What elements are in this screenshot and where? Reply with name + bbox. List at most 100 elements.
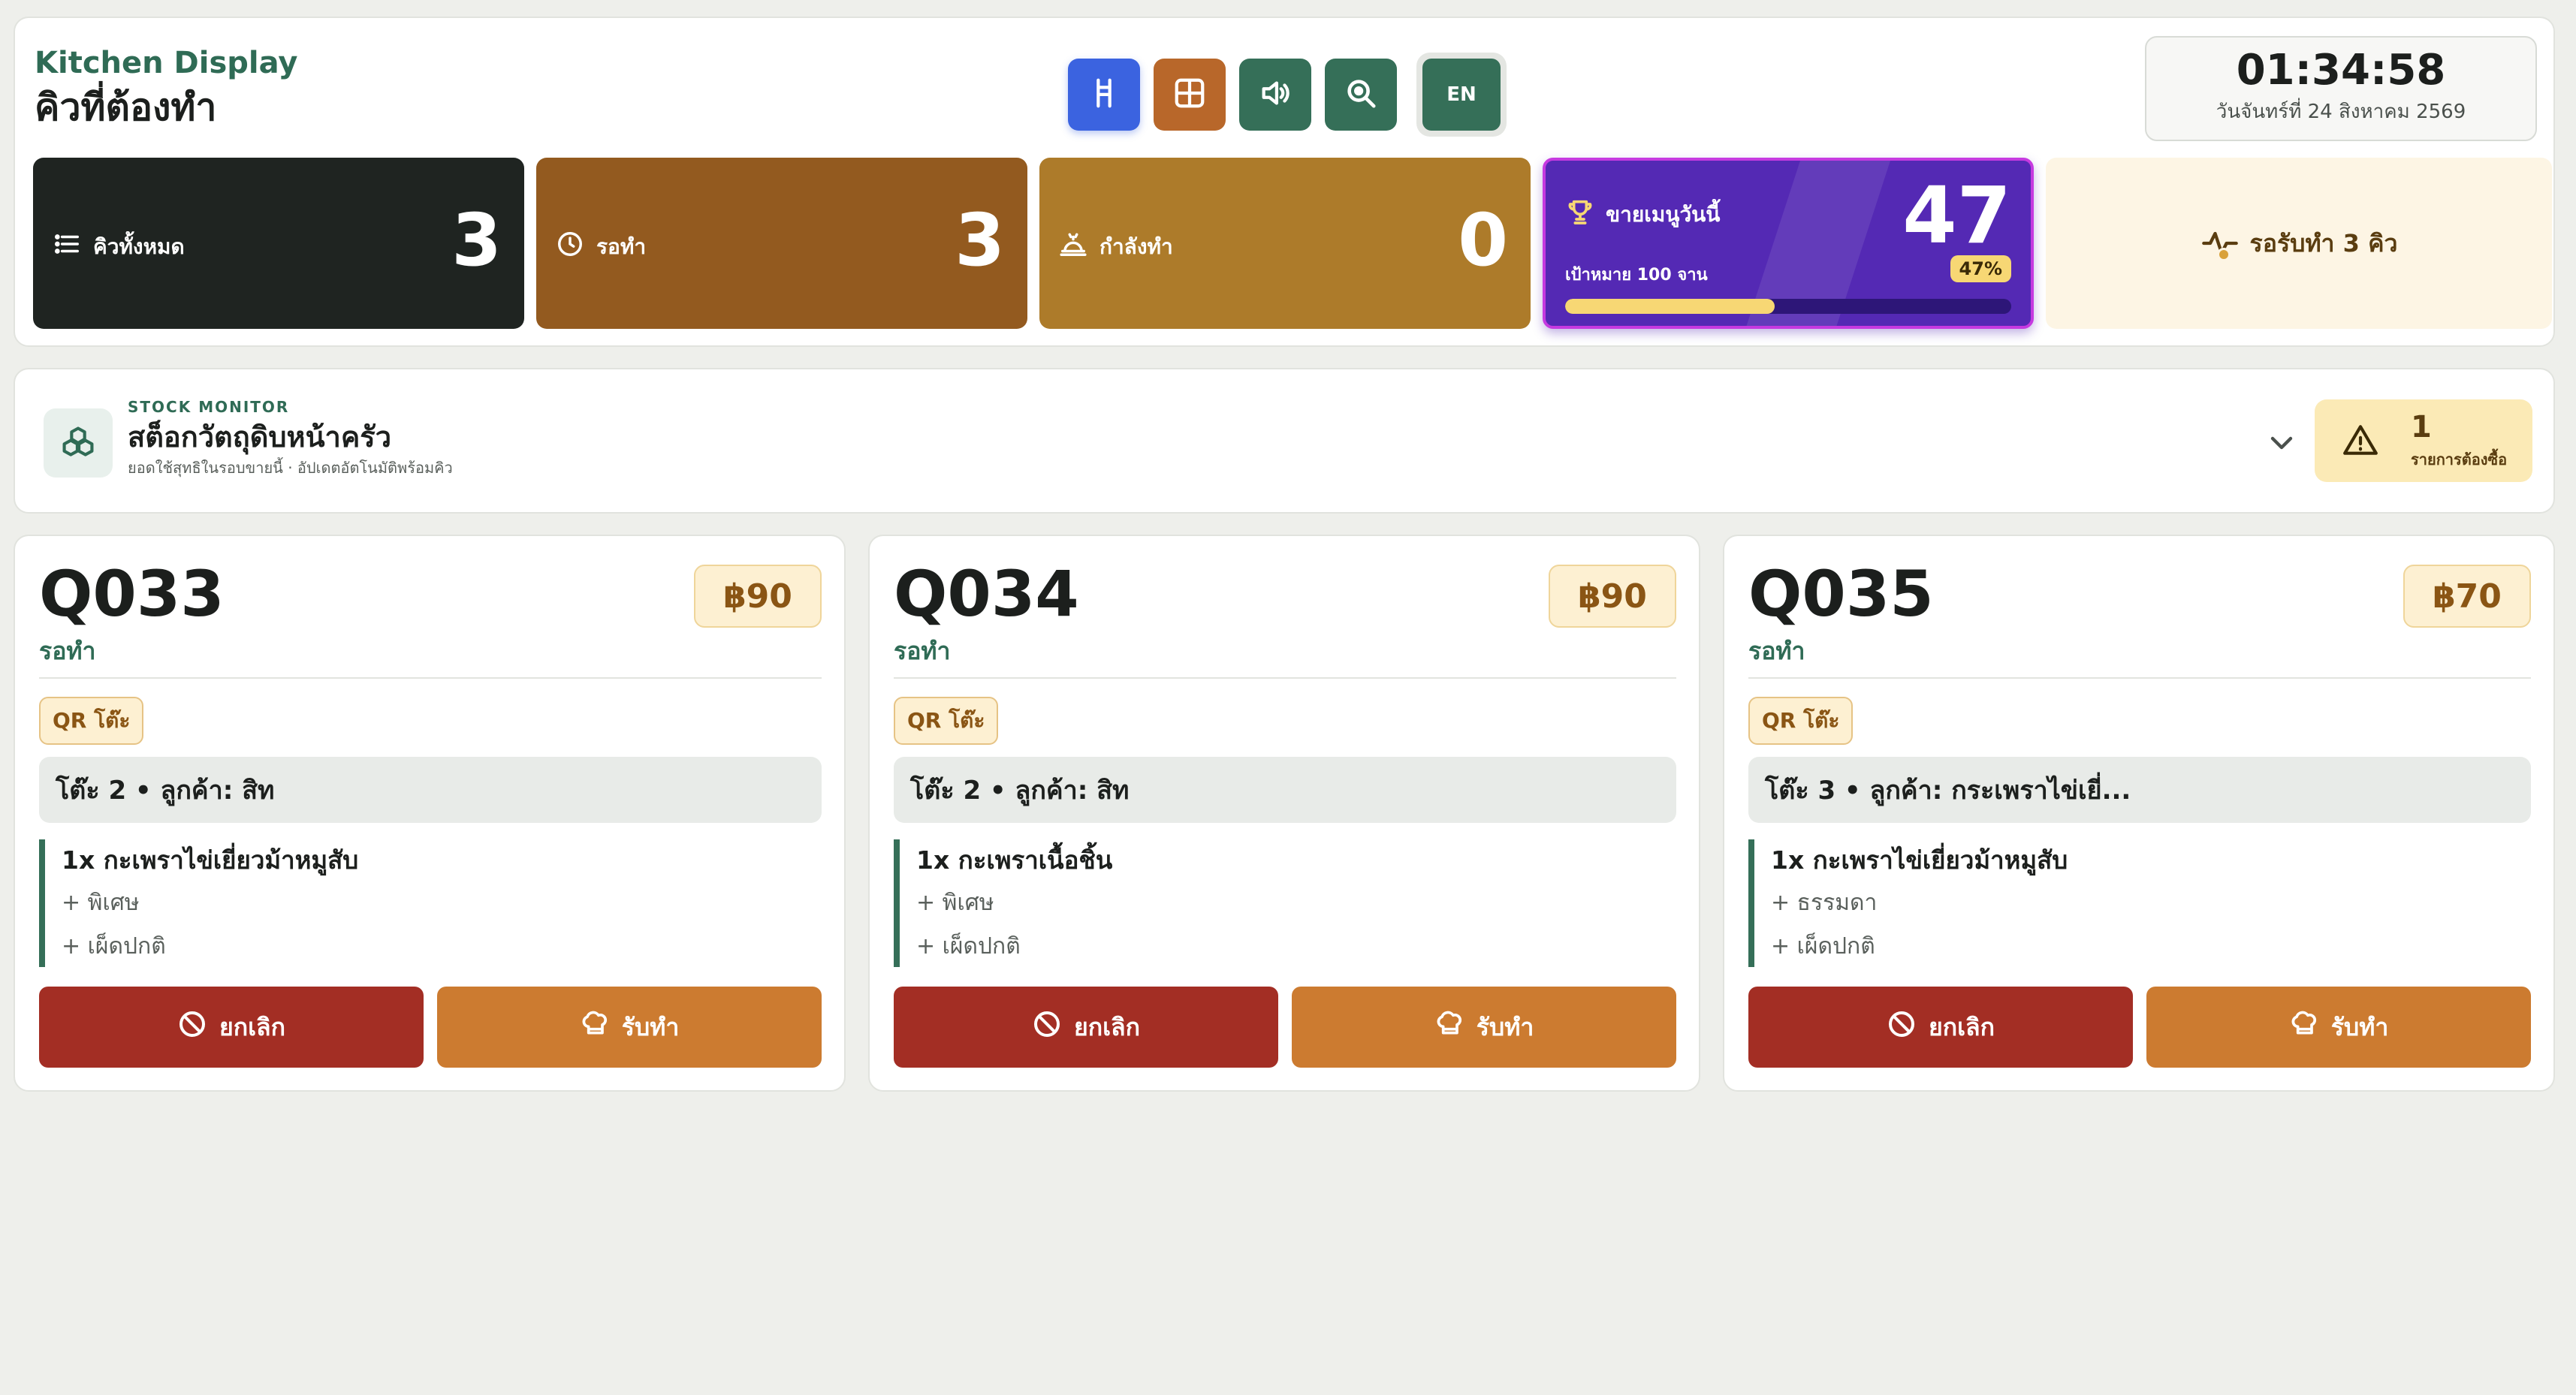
- order-number: Q035: [1748, 557, 1934, 631]
- clock-date: วันจันทร์ที่ 24 สิงหาคม 2569: [2216, 101, 2466, 123]
- page-title: คิวที่ต้องทำ: [35, 86, 217, 129]
- order-status: รอทำ: [1748, 637, 1805, 665]
- order-item-modifier: + เผ็ดปกติ: [1771, 933, 1875, 960]
- order-card: Q033 รอทำ ฿90 QR โต๊ะ โต๊ะ 2 • ลูกค้า: ส…: [14, 535, 846, 1092]
- order-price: ฿70: [2403, 565, 2531, 628]
- order-status: รอทำ: [39, 637, 96, 665]
- clock-time: 01:34:58: [2236, 46, 2446, 95]
- volume-icon: [1258, 76, 1293, 113]
- sales-progress-bar: [1565, 299, 2011, 314]
- stat-cooking-value: 0: [1458, 198, 1508, 282]
- order-items: 1x กะเพราไข่เยี่ยวม้าหมูสับ + พิเศษ + เผ…: [39, 839, 822, 967]
- stat-waiting: รอทำ 3: [536, 158, 1027, 329]
- order-source-badge: QR โต๊ะ: [39, 697, 144, 745]
- stat-total-value: 3: [451, 198, 502, 282]
- ladder-icon: [1087, 76, 1121, 113]
- grid-icon: [1172, 76, 1207, 113]
- accept-button[interactable]: รับทำ: [437, 987, 822, 1068]
- order-number: Q034: [894, 557, 1079, 631]
- pending-label-row: รอรับทำ 3 คิว: [2046, 224, 2552, 263]
- stock-alert-badge[interactable]: 1 รายการต้องซื้อ: [2315, 399, 2532, 482]
- stock-text: STOCK MONITOR สต็อกวัตถุดิบหน้าครัว ยอดใ…: [128, 396, 453, 479]
- cancel-button[interactable]: ยกเลิก: [894, 987, 1278, 1068]
- stat-sales-today: ขายเมนูวันนี้ 47 เป้าหมาย 100 จาน 47%: [1543, 158, 2034, 329]
- sales-goal: เป้าหมาย 100 จาน: [1565, 266, 1708, 285]
- stat-cooking: กำลังทำ 0: [1039, 158, 1531, 329]
- zoom-button[interactable]: [1325, 59, 1397, 131]
- trophy-icon: [1565, 197, 1595, 232]
- sales-progress-fill: [1565, 299, 1775, 314]
- order-item-modifier: + พิเศษ: [62, 890, 140, 916]
- cancel-button[interactable]: ยกเลิก: [1748, 987, 2133, 1068]
- stat-waiting-label: รอทำ: [596, 234, 647, 259]
- stat-total-label: คิวทั้งหมด: [93, 234, 185, 259]
- list-icon: [53, 230, 81, 264]
- cancel-label: ยกเลิก: [1073, 1012, 1141, 1041]
- stat-cooking-label-row: กำลังทำ: [1059, 230, 1173, 264]
- stat-cooking-label: กำลังทำ: [1099, 234, 1173, 259]
- order-card: Q034 รอทำ ฿90 QR โต๊ะ โต๊ะ 2 • ลูกค้า: ส…: [868, 535, 1700, 1092]
- language-toggle-wrap: EN: [1416, 53, 1507, 137]
- stock-note: ยอดใช้สุทธิในรอบขายนี้ · อัปเดตอัตโนมัติ…: [128, 459, 453, 477]
- order-table-info: โต๊ะ 3 • ลูกค้า: กระเพราไข่เยี่...: [1748, 757, 2531, 823]
- sound-button[interactable]: [1239, 59, 1311, 131]
- order-status: รอทำ: [894, 637, 951, 665]
- pending-dot: [2216, 248, 2231, 261]
- clock-icon: [556, 230, 584, 264]
- stat-waiting-label-row: รอทำ: [556, 230, 646, 264]
- app-subtitle: Kitchen Display: [35, 46, 298, 80]
- order-item-modifier: + เผ็ดปกติ: [916, 933, 1021, 960]
- brand: Kitchen Display คิวที่ต้องทำ: [35, 44, 297, 132]
- order-item-modifier: + ธรรมดา: [1771, 890, 1878, 916]
- order-table-info: โต๊ะ 2 • ลูกค้า: สิท: [894, 757, 1676, 823]
- order-price: ฿90: [1549, 565, 1676, 628]
- order-divider: [894, 677, 1676, 679]
- language-button[interactable]: EN: [1422, 59, 1501, 131]
- ban-icon: [1032, 1009, 1062, 1045]
- chef-hat-icon: [1434, 1009, 1464, 1045]
- header-panel: Kitchen Display คิวที่ต้องทำ EN 01:34:58…: [14, 17, 2555, 347]
- stock-eyebrow: STOCK MONITOR: [128, 398, 290, 416]
- order-number: Q033: [39, 557, 225, 631]
- stock-alert-label: รายการต้องซื้อ: [2411, 450, 2508, 469]
- sales-label-row: ขายเมนูวันนี้: [1565, 197, 1720, 232]
- order-divider: [1748, 677, 2531, 679]
- cancel-label: ยกเลิก: [219, 1012, 286, 1041]
- stock-alert-count: 1: [2411, 410, 2432, 444]
- cancel-button[interactable]: ยกเลิก: [39, 987, 424, 1068]
- sales-percent-badge: 47%: [1950, 255, 2011, 282]
- ladder-button[interactable]: [1068, 59, 1140, 131]
- zoom-search-icon: [1344, 76, 1378, 113]
- boxes-icon: [44, 408, 113, 478]
- ban-icon: [1887, 1009, 1917, 1045]
- accept-button[interactable]: รับทำ: [1292, 987, 1676, 1068]
- grid-button[interactable]: [1154, 59, 1226, 131]
- stat-waiting-value: 3: [955, 198, 1005, 282]
- order-source-badge: QR โต๊ะ: [894, 697, 999, 745]
- order-source-badge: QR โต๊ะ: [1748, 697, 1854, 745]
- order-items: 1x กะเพราไข่เยี่ยวม้าหมูสับ + ธรรมดา + เ…: [1748, 839, 2531, 967]
- accept-label: รับทำ: [621, 1012, 680, 1041]
- order-card: Q035 รอทำ ฿70 QR โต๊ะ โต๊ะ 3 • ลูกค้า: ก…: [1723, 535, 2555, 1092]
- accept-button[interactable]: รับทำ: [2146, 987, 2531, 1068]
- pending-label: รอรับทำ 3 คิว: [2249, 228, 2398, 258]
- order-item-modifier: + เผ็ดปกติ: [62, 933, 166, 960]
- stat-total-queues: คิวทั้งหมด 3: [33, 158, 524, 329]
- activity-icon: [2200, 224, 2240, 263]
- chevron-down-icon[interactable]: [2264, 425, 2300, 461]
- order-divider: [39, 677, 822, 679]
- stock-monitor-panel: STOCK MONITOR สต็อกวัตถุดิบหน้าครัว ยอดใ…: [14, 368, 2555, 514]
- accept-label: รับทำ: [1476, 1012, 1534, 1041]
- sales-value: 47: [1902, 170, 2011, 261]
- chef-hat-icon: [2289, 1009, 2319, 1045]
- chef-hat-icon: [580, 1009, 610, 1045]
- sales-label: ขายเมนูวันนี้: [1606, 201, 1721, 227]
- stock-title: สต็อกวัตถุดิบหน้าครัว: [128, 420, 392, 453]
- order-items: 1x กะเพราเนื้อชิ้น + พิเศษ + เผ็ดปกติ: [894, 839, 1676, 967]
- order-item-name: 1x กะเพราไข่เยี่ยวม้าหมูสับ: [62, 845, 359, 875]
- ban-icon: [177, 1009, 207, 1045]
- stat-pending[interactable]: รอรับทำ 3 คิว: [2046, 158, 2552, 329]
- toolbar: EN: [1068, 53, 1507, 137]
- clock: 01:34:58 วันจันทร์ที่ 24 สิงหาคม 2569: [2145, 36, 2537, 141]
- order-table-info: โต๊ะ 2 • ลูกค้า: สิท: [39, 757, 822, 823]
